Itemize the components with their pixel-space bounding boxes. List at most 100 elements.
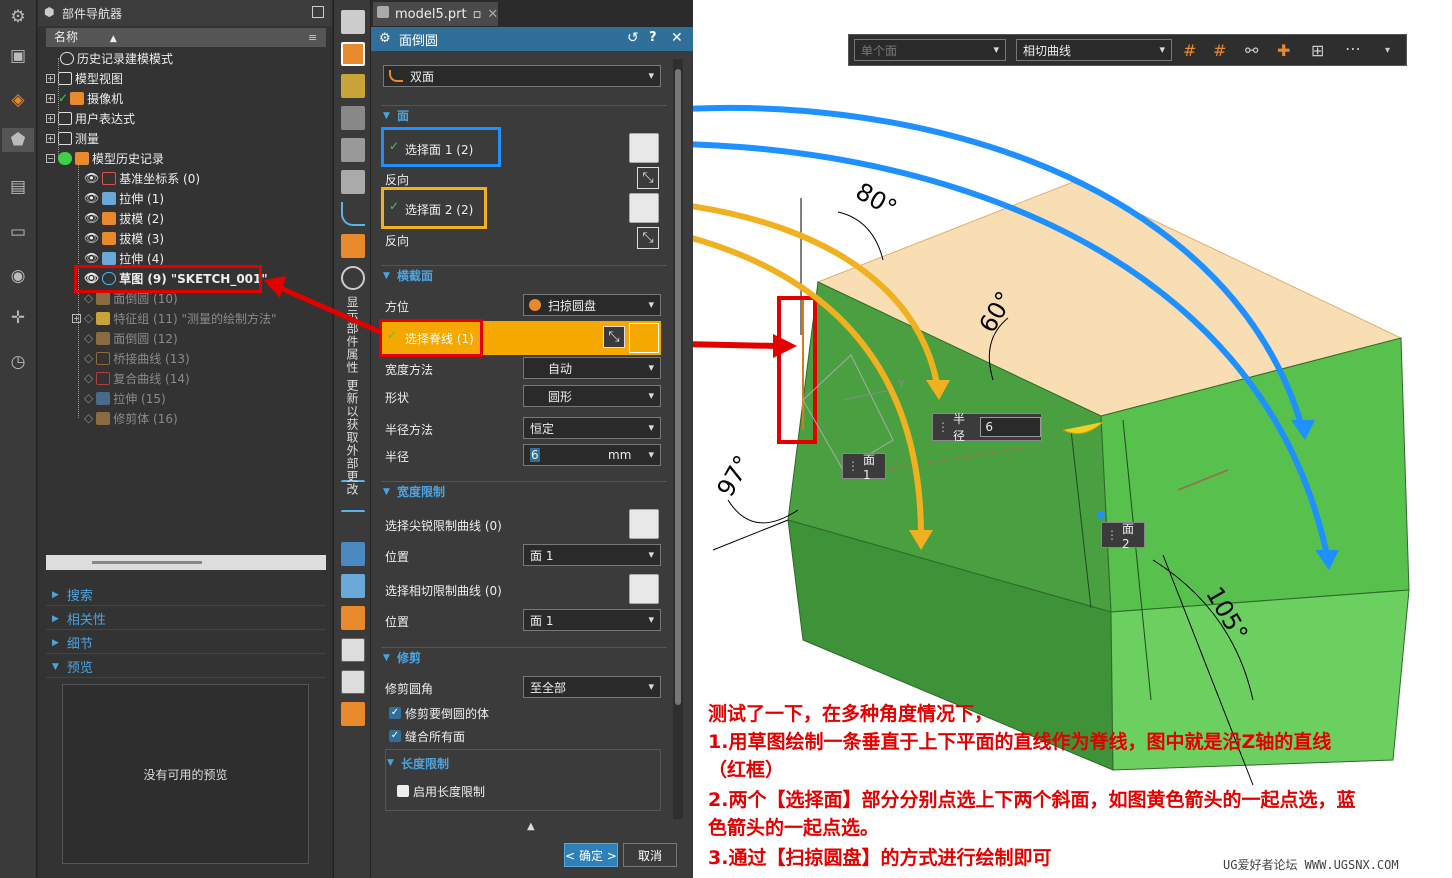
settings-icon[interactable]: ⚙ <box>6 5 30 29</box>
section-cross-section[interactable]: ▼ 横截面 <box>381 265 667 285</box>
assembly-icon[interactable] <box>341 606 365 630</box>
radius-method-dropdown[interactable]: 恒定 <box>523 417 661 439</box>
dialog-scroll-thumb[interactable] <box>675 69 681 705</box>
eye-icon[interactable]: 👁 <box>84 211 99 225</box>
select-face1[interactable]: 选择面 1 (2) <box>405 141 473 158</box>
eye-icon[interactable]: 👁 <box>84 191 99 205</box>
clock-icon[interactable]: ◷ <box>6 350 30 374</box>
feature-icon[interactable] <box>341 10 365 34</box>
eye-icon[interactable]: 👁 <box>84 231 99 245</box>
assembly-navigator-icon[interactable]: ▣ <box>6 44 30 68</box>
section-search[interactable]: ▶ 搜索 <box>46 584 326 606</box>
close-tab-icon[interactable]: ✕ <box>487 7 498 22</box>
mesh-surface-icon[interactable] <box>341 574 365 598</box>
eye-icon[interactable]: 👁 <box>84 251 99 265</box>
sharp-limit-label[interactable]: 选择尖锐限制曲线 (0) <box>385 517 502 534</box>
draft-tool-icon[interactable] <box>341 106 365 130</box>
expand-icon[interactable]: + <box>46 93 55 103</box>
section-length-limit[interactable]: ▼ 长度限制 <box>385 753 671 773</box>
help-icon[interactable]: ? <box>649 30 657 45</box>
hidden-icon[interactable]: ◇ <box>84 291 93 305</box>
trim-body-checkbox[interactable]: ✓ <box>389 707 401 719</box>
section-preview[interactable]: ▼ 预览 <box>46 656 326 678</box>
ok-button[interactable]: < 确定 > <box>564 843 618 867</box>
section-width-limit[interactable]: ▼ 宽度限制 <box>381 481 667 501</box>
reverse2-button[interactable]: ⤡ <box>637 227 659 249</box>
surface-icon[interactable] <box>341 542 365 566</box>
tree-row[interactable]: − 模型历史记录 <box>46 148 326 168</box>
section-details[interactable]: ▶ 细节 <box>46 632 326 654</box>
column-menu-icon[interactable]: ≡ <box>308 30 322 45</box>
tree-row[interactable]: 👁 拔模 (2) <box>46 208 326 228</box>
close-icon[interactable]: ✕ <box>671 30 683 46</box>
radius-input[interactable]: 6 mm <box>523 444 661 466</box>
eye-icon[interactable]: 👁 <box>84 171 99 185</box>
callout-radius-value[interactable]: 6 <box>980 417 1041 437</box>
radius-callout[interactable]: ⋮ 半径 6 <box>932 412 1042 443</box>
stitch-checkbox[interactable]: ✓ <box>389 730 401 742</box>
tree-row[interactable]: ◇ 桥接曲线 (13) <box>46 348 326 368</box>
section-dependencies[interactable]: ▶ 相关性 <box>46 608 326 630</box>
offset-curve-icon[interactable] <box>341 510 365 534</box>
expand-icon[interactable]: + <box>46 113 55 123</box>
table-icon[interactable] <box>341 638 365 662</box>
tree-row[interactable]: + ✓ 摄像机 <box>46 88 326 108</box>
tangent-limit-button[interactable] <box>629 574 659 604</box>
tree-row[interactable]: ◇ 拉伸 (15) <box>46 388 326 408</box>
width-method-dropdown[interactable]: 自动 <box>523 357 661 379</box>
tangent-limit-label[interactable]: 选择相切限制曲线 (0) <box>385 582 502 599</box>
reuse-library-icon[interactable]: ▤ <box>6 175 30 199</box>
hidden-icon[interactable]: ◇ <box>84 331 93 345</box>
cancel-button[interactable]: 取消 <box>623 843 677 867</box>
tree-row[interactable]: 历史记录建模模式 <box>46 48 326 68</box>
reset-icon[interactable]: ↺ <box>627 30 639 46</box>
hidden-icon[interactable]: ◇ <box>84 371 93 385</box>
delete-face-icon[interactable] <box>341 170 365 194</box>
collapse-up-icon[interactable]: ▲ <box>527 821 535 832</box>
section-face[interactable]: ▼ 面 <box>381 105 667 125</box>
column-header-name[interactable]: 名称 ▲ <box>46 28 326 47</box>
type-dropdown[interactable]: 双面 <box>383 65 661 87</box>
tree-row[interactable]: 👁 拔模 (3) <box>46 228 326 248</box>
select-face2[interactable]: 选择面 2 (2) <box>405 201 473 218</box>
position2-dropdown[interactable]: 面 1 <box>523 609 661 631</box>
solid-icon[interactable] <box>341 234 365 258</box>
position1-dropdown[interactable]: 面 1 <box>523 544 661 566</box>
tree-row[interactable]: 👁 拉伸 (1) <box>46 188 326 208</box>
enable-length-checkbox[interactable] <box>397 785 409 797</box>
web-browser-icon[interactable]: ▭ <box>6 220 30 244</box>
tree-row[interactable]: + 测量 <box>46 128 326 148</box>
shape-dropdown[interactable]: 圆形 <box>523 385 661 407</box>
curve-icon[interactable] <box>341 202 365 226</box>
hidden-icon[interactable]: ◇ <box>84 351 93 365</box>
block-icon[interactable] <box>341 42 365 66</box>
edit-feature-icon[interactable] <box>341 74 365 98</box>
history-palette-icon[interactable]: ◉ <box>6 264 30 288</box>
tree-row[interactable]: ◇ 修剪体 (16) <box>46 408 326 428</box>
face-select-button[interactable] <box>629 133 659 163</box>
tree-row[interactable]: + 模型视图 <box>46 68 326 88</box>
maximize-icon[interactable] <box>312 6 324 18</box>
component-icon[interactable] <box>341 702 365 726</box>
sharp-limit-button[interactable] <box>629 509 659 539</box>
role-icon[interactable]: ✛ <box>6 306 30 330</box>
face-select-button[interactable] <box>629 193 659 223</box>
hidden-icon[interactable]: ◇ <box>84 311 93 325</box>
select-spine[interactable]: 选择脊线 (1) <box>405 330 474 347</box>
expand-icon[interactable]: + <box>72 313 81 323</box>
orientation-dropdown[interactable]: 扫掠圆盘 <box>523 294 661 316</box>
expand-icon[interactable]: + <box>46 73 55 83</box>
spine-curve-button[interactable] <box>629 323 659 353</box>
tree-row[interactable]: + 用户表达式 <box>46 108 326 128</box>
tree-row[interactable]: ◇ 复合曲线 (14) <box>46 368 326 388</box>
reverse1-button[interactable]: ⤡ <box>637 167 659 189</box>
scroll-thumb[interactable] <box>92 561 202 564</box>
pattern-icon[interactable] <box>341 138 365 162</box>
part-navigator-icon[interactable]: ⬟ <box>2 128 34 152</box>
sort-up-icon[interactable]: ▲ <box>110 34 117 44</box>
tree-row[interactable]: 👁 基准坐标系 (0) <box>46 168 326 188</box>
trim-corner-dropdown[interactable]: 至全部 <box>523 676 661 698</box>
constraint-navigator-icon[interactable]: ◈ <box>6 88 30 112</box>
hidden-icon[interactable]: ◇ <box>84 391 93 405</box>
section-trim[interactable]: ▼ 修剪 <box>381 647 667 667</box>
